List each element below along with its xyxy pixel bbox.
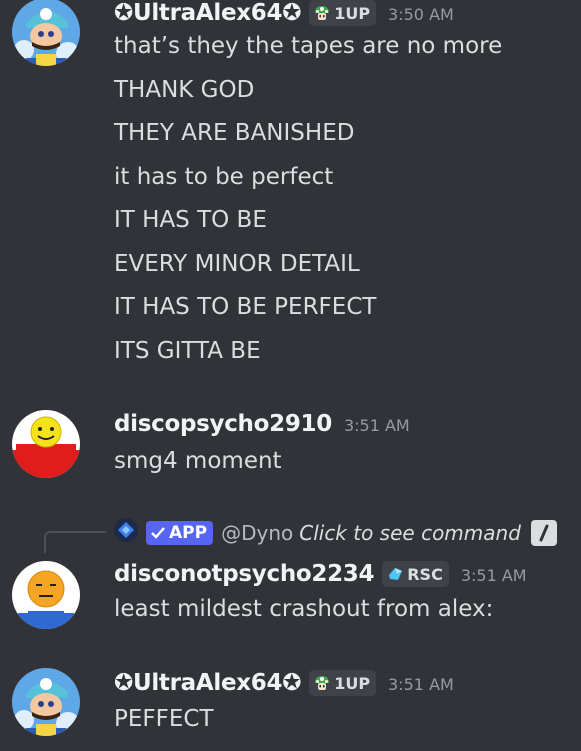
guild-tag-label: 1UP (334, 3, 371, 23)
timestamp[interactable]: 3:51 AM (388, 675, 454, 694)
mushroom-icon (315, 6, 330, 20)
message-line: EVERY MINOR DETAIL (114, 251, 360, 277)
timestamp[interactable]: 3:51 AM (344, 416, 410, 435)
guild-tag[interactable]: 1UP (309, 670, 377, 696)
avatar[interactable] (12, 668, 80, 736)
guild-tag-label: 1UP (334, 673, 371, 693)
guild-tag[interactable]: 1UP (309, 0, 377, 26)
username[interactable]: discopsycho2910 (114, 411, 332, 437)
message-header: ✪UltraAlex64✪ 1UP 3:51 AM (114, 670, 454, 696)
avatar[interactable] (12, 561, 80, 629)
avatar[interactable] (12, 0, 80, 66)
message-line: THANK GOD (114, 77, 255, 103)
timestamp[interactable]: 3:51 AM (461, 566, 527, 585)
username[interactable]: disconotpsycho2234 (114, 561, 375, 587)
chat-message-list: ✪UltraAlex64✪ 1UP 3:50 AM that’s they th… (0, 0, 581, 751)
message-line: it has to be perfect (114, 164, 334, 190)
guild-tag-label: RSC (407, 564, 443, 584)
reply-username[interactable]: @Dyno (221, 521, 293, 545)
message-line: smg4 moment (114, 448, 282, 474)
message-line: that’s they the tapes are no more (114, 33, 503, 59)
diamond-icon (389, 568, 403, 580)
reply-connector (44, 531, 106, 553)
avatar[interactable] (12, 410, 80, 478)
app-badge: APP (146, 520, 214, 545)
message-line: least mildest crashout from alex: (114, 596, 494, 622)
timestamp[interactable]: 3:50 AM (388, 5, 454, 24)
slash-command-icon (530, 519, 557, 546)
message-header: disconotpsycho2234 RSC 3:51 AM (114, 561, 527, 587)
message-header: discopsycho2910 3:51 AM (114, 411, 410, 437)
message-line: ITS GITTA BE (114, 338, 261, 364)
app-badge-label: APP (169, 522, 208, 543)
mushroom-icon (315, 676, 330, 690)
dyno-avatar-icon (114, 518, 138, 547)
username[interactable]: ✪UltraAlex64✪ (114, 0, 301, 26)
reply-command-link[interactable]: Click to see command (299, 521, 521, 545)
message-line: PEFFECT (114, 706, 214, 732)
message-header: ✪UltraAlex64✪ 1UP 3:50 AM (114, 0, 454, 26)
message-line: IT HAS TO BE (114, 207, 267, 233)
username[interactable]: ✪UltraAlex64✪ (114, 670, 301, 696)
message-line: IT HAS TO BE PERFECT (114, 294, 377, 320)
guild-tag[interactable]: RSC (382, 561, 449, 587)
reply-preview[interactable]: APP @Dyno Click to see command (114, 518, 557, 547)
checkmark-icon (151, 526, 165, 539)
message-line: THEY ARE BANISHED (114, 120, 355, 146)
